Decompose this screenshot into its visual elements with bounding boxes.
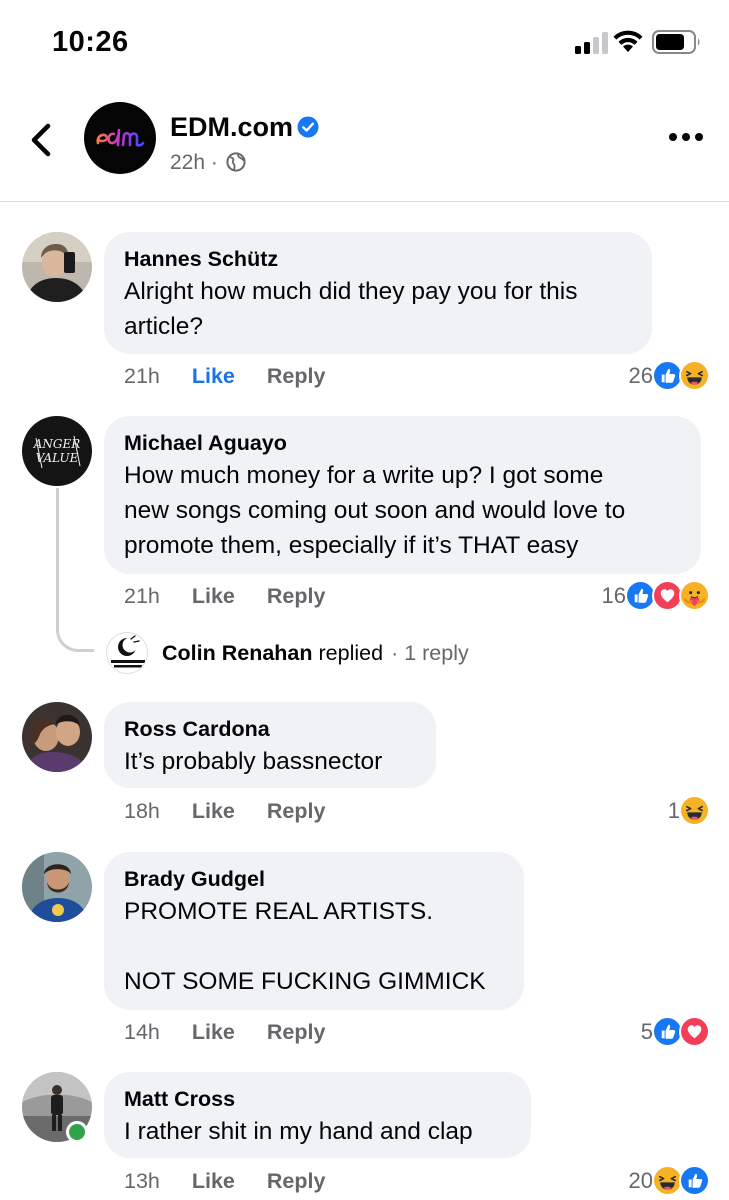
reaction-summary[interactable]: 26 [629,359,711,393]
comment-text: Alright how much did they pay you for th… [124,278,578,340]
comment-text: It’s probably bassnector [124,748,383,775]
comment-actions: 21h Like Reply [124,364,325,389]
reaction-summary[interactable]: 5 [641,1015,711,1049]
comment-actions: 13h Like Reply [124,1169,325,1194]
post-time[interactable]: 22h [170,151,205,174]
commenter-avatar[interactable] [22,702,92,772]
like-button[interactable]: Like [192,364,235,388]
reaction-count: 20 [628,1168,653,1193]
comment-bubble[interactable]: Brady Gudgel PROMOTE REAL ARTISTS. NOT S… [104,852,524,1010]
comment-time[interactable]: 18h [124,799,160,823]
wifi-icon [613,30,643,52]
comment-author[interactable]: Michael Aguayo [124,428,681,458]
comment-author[interactable]: Hannes Schütz [124,244,632,274]
svg-text:ANGER: ANGER [33,437,81,451]
comment-text: PROMOTE REAL ARTISTS. NOT SOME FUCKING G… [124,898,486,995]
haha-reaction-icon [679,360,711,392]
reply-preview[interactable]: Colin Renahan replied · 1 reply [106,631,469,675]
love-reaction-icon [679,1016,711,1048]
reaction-count: 26 [628,363,653,388]
reply-button[interactable]: Reply [267,1020,326,1044]
replier-name[interactable]: Colin Renahan [162,641,313,666]
online-status-indicator [66,1121,88,1143]
post-meta: 22h · [170,151,246,175]
reaction-summary[interactable]: 20 [629,1164,711,1198]
care-reaction-icon [679,580,711,612]
reaction-count: 16 [601,583,626,608]
back-arrow-icon[interactable] [24,120,58,160]
comment-time[interactable]: 14h [124,1020,160,1044]
comment-text: I rather shit in my hand and clap [124,1118,473,1145]
verified-badge-icon [297,116,319,138]
like-button[interactable]: Like [192,1169,235,1193]
reply-button[interactable]: Reply [267,584,326,608]
comment-actions: 14h Like Reply [124,1020,325,1045]
reply-count[interactable]: · 1 reply [391,641,469,666]
comment-time[interactable]: 21h [124,364,160,388]
status-bar: 10:26 [0,0,729,90]
page-avatar[interactable] [84,102,156,174]
like-button[interactable]: Like [192,584,235,608]
comment-bubble[interactable]: Michael Aguayo How much money for a writ… [104,416,701,574]
comment-bubble[interactable]: Ross Cardona It’s probably bassnector [104,702,436,788]
comment-bubble[interactable]: Matt Cross I rather shit in my hand and … [104,1072,531,1158]
replier-avatar[interactable] [106,632,148,674]
comment-time[interactable]: 21h [124,584,160,608]
svg-text:VALUE: VALUE [36,451,79,465]
commenter-avatar[interactable]: ANGER VALUE [22,416,92,486]
comment-actions: 21h Like Reply [124,584,325,609]
comment-bubble[interactable]: Hannes Schütz Alright how much did they … [104,232,652,354]
replied-label: replied [318,640,384,665]
cellular-signal-icon [575,30,609,54]
like-reaction-icon [679,1165,711,1197]
post-header: EDM.com 22h · [0,90,729,202]
page-name[interactable]: EDM.com [170,112,319,143]
status-time: 10:26 [52,26,129,58]
comment-author[interactable]: Ross Cardona [124,714,416,744]
reaction-summary[interactable]: 1 [668,794,711,828]
reply-button[interactable]: Reply [267,1169,326,1193]
globe-icon [226,152,246,172]
haha-reaction-icon [679,795,711,827]
comment-actions: 18h Like Reply [124,799,325,824]
reaction-summary[interactable]: 16 [602,579,711,613]
like-button[interactable]: Like [192,799,235,823]
page-name-text[interactable]: EDM.com [170,112,293,142]
reply-thread-line [56,488,94,652]
battery-icon [652,30,700,54]
more-options-icon[interactable] [668,130,704,144]
comment-author[interactable]: Brady Gudgel [124,864,504,894]
edm-logo [96,128,145,147]
commenter-avatar[interactable] [22,852,92,922]
comment-author[interactable]: Matt Cross [124,1084,511,1114]
comment-time[interactable]: 13h [124,1169,160,1193]
meta-separator: · [210,151,218,174]
commenter-avatar[interactable] [22,232,92,302]
comment-text: How much money for a write up? I got som… [124,462,626,559]
reply-button[interactable]: Reply [267,799,326,823]
reply-button[interactable]: Reply [267,364,326,388]
like-button[interactable]: Like [192,1020,235,1044]
